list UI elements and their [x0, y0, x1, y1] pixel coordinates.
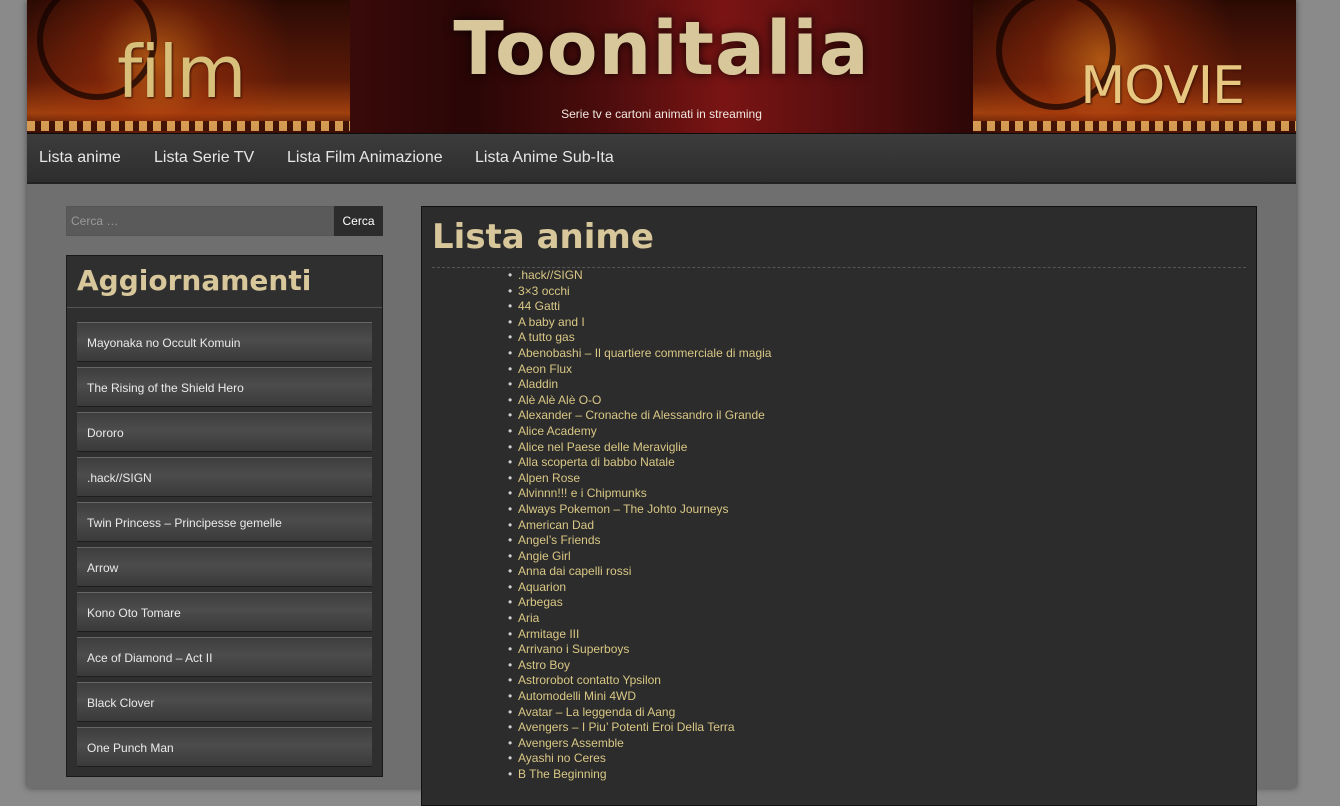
- update-item[interactable]: Kono Oto Tomare: [77, 592, 372, 632]
- update-item[interactable]: One Punch Man: [77, 727, 372, 767]
- anime-list-item[interactable]: 44 Gatti: [508, 299, 771, 315]
- nav-item-lista-anime-sub-ita[interactable]: Lista Anime Sub-Ita: [475, 149, 614, 167]
- update-item-label[interactable]: Mayonaka no Occult Komuin: [87, 336, 240, 350]
- anime-list-item[interactable]: Aria: [508, 611, 771, 627]
- updates-title: Aggiornamenti: [77, 264, 312, 297]
- anime-list-item[interactable]: Always Pokemon – The Johto Journeys: [508, 502, 771, 518]
- anime-list-item[interactable]: Arrivano i Superboys: [508, 642, 771, 658]
- anime-list-item[interactable]: Alice nel Paese delle Meraviglie: [508, 440, 771, 456]
- anime-list-item[interactable]: Arbegas: [508, 595, 771, 611]
- anime-list: .hack//SIGN 3×3 occhi 44 Gatti A baby an…: [508, 268, 771, 783]
- update-item[interactable]: Dororo: [77, 412, 372, 452]
- nav-item-lista-anime[interactable]: Lista anime: [39, 149, 121, 167]
- anime-list-item[interactable]: Abenobashi – Il quartiere commerciale di…: [508, 346, 771, 362]
- anime-list-item[interactable]: Avengers Assemble: [508, 736, 771, 752]
- update-item[interactable]: Twin Princess – Principesse gemelle: [77, 502, 372, 542]
- anime-list-item[interactable]: Anna dai capelli rossi: [508, 564, 771, 580]
- anime-list-item[interactable]: 3×3 occhi: [508, 284, 771, 300]
- update-item-label[interactable]: Kono Oto Tomare: [87, 606, 181, 620]
- divider: [67, 307, 382, 308]
- anime-list-item[interactable]: Ayashi no Ceres: [508, 751, 771, 767]
- updates-widget: Aggiornamenti Mayonaka no Occult Komuin …: [66, 255, 383, 777]
- anime-list-item[interactable]: Alice Academy: [508, 424, 771, 440]
- anime-list-item[interactable]: Angel’s Friends: [508, 533, 771, 549]
- anime-list-item[interactable]: Aeon Flux: [508, 362, 771, 378]
- update-item-label[interactable]: Black Clover: [87, 696, 154, 710]
- site-tagline: Serie tv e cartoni animati in streaming: [561, 107, 762, 121]
- search-button[interactable]: Cerca: [334, 206, 383, 236]
- page-title: Lista anime: [432, 217, 654, 257]
- update-item-label[interactable]: Ace of Diamond – Act II: [87, 651, 212, 665]
- anime-list-item[interactable]: Avengers – I Piu’ Potenti Eroi Della Ter…: [508, 720, 771, 736]
- update-item-label[interactable]: Dororo: [87, 426, 124, 440]
- update-item[interactable]: Black Clover: [77, 682, 372, 722]
- anime-list-item[interactable]: Alla scoperta di babbo Natale: [508, 455, 771, 471]
- update-item[interactable]: .hack//SIGN: [77, 457, 372, 497]
- anime-list-item[interactable]: Aladdin: [508, 377, 771, 393]
- update-item[interactable]: The Rising of the Shield Hero: [77, 367, 372, 407]
- update-item[interactable]: Ace of Diamond – Act II: [77, 637, 372, 677]
- search-input[interactable]: [66, 206, 334, 236]
- update-item-label[interactable]: One Punch Man: [87, 741, 174, 755]
- anime-list-item[interactable]: Alvinnn!!! e i Chipmunks: [508, 486, 771, 502]
- update-item-label[interactable]: Arrow: [87, 561, 118, 575]
- anime-list-item[interactable]: Astrorobot contatto Ypsilon: [508, 673, 771, 689]
- nav-item-lista-serie-tv[interactable]: Lista Serie TV: [154, 149, 254, 167]
- anime-list-item[interactable]: Automodelli Mini 4WD: [508, 689, 771, 705]
- film-strip-decoration: [27, 121, 350, 131]
- update-item[interactable]: Arrow: [77, 547, 372, 587]
- nav-item-lista-film-animazione[interactable]: Lista Film Animazione: [287, 149, 443, 167]
- anime-list-item[interactable]: A baby and I: [508, 315, 771, 331]
- anime-list-item[interactable]: Alexander – Cronache di Alessandro il Gr…: [508, 408, 771, 424]
- site-banner[interactable]: film MOVIE Toonitalia Serie tv e cartoni…: [27, 0, 1296, 134]
- main-nav: Lista anime Lista Serie TV Lista Film An…: [27, 134, 1296, 184]
- site-title[interactable]: Toonitalia: [27, 6, 1296, 92]
- anime-list-item[interactable]: Alpen Rose: [508, 471, 771, 487]
- anime-list-item[interactable]: American Dad: [508, 518, 771, 534]
- anime-list-item[interactable]: A tutto gas: [508, 330, 771, 346]
- update-item-label[interactable]: The Rising of the Shield Hero: [87, 381, 244, 395]
- anime-list-item[interactable]: B The Beginning: [508, 767, 771, 783]
- main-content: Lista anime .hack//SIGN 3×3 occhi 44 Gat…: [421, 206, 1257, 806]
- anime-list-item[interactable]: Astro Boy: [508, 658, 771, 674]
- anime-list-item[interactable]: Avatar – La leggenda di Aang: [508, 705, 771, 721]
- anime-list-item[interactable]: Armitage III: [508, 627, 771, 643]
- anime-list-item[interactable]: Aquarion: [508, 580, 771, 596]
- update-item-label[interactable]: Twin Princess – Principesse gemelle: [87, 516, 282, 530]
- update-item-label[interactable]: .hack//SIGN: [87, 471, 152, 485]
- page: film MOVIE Toonitalia Serie tv e cartoni…: [27, 0, 1296, 806]
- anime-list-item[interactable]: Angie Girl: [508, 549, 771, 565]
- update-item[interactable]: Mayonaka no Occult Komuin: [77, 322, 372, 362]
- anime-list-item[interactable]: .hack//SIGN: [508, 268, 771, 284]
- film-strip-decoration: [973, 121, 1296, 131]
- anime-list-item[interactable]: Alè Alè Alè O-O: [508, 393, 771, 409]
